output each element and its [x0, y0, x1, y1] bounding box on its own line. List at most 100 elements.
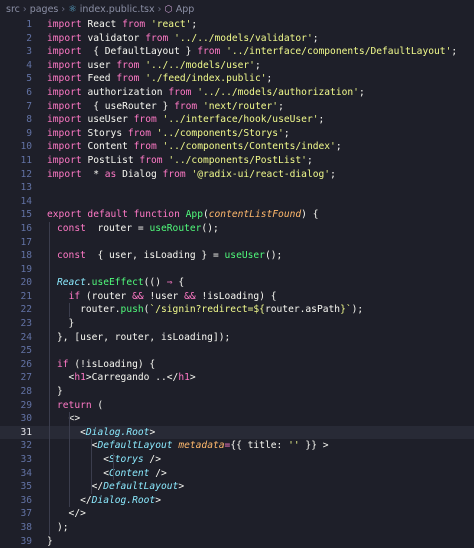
line-number: 31 — [20, 426, 32, 438]
code-line[interactable]: 18 const { user, isLoading } = useUser(); — [0, 249, 474, 263]
code-line[interactable]: 15 export default function App(contentLis… — [0, 208, 474, 222]
code-line[interactable]: 31 <Dialog.Root> — [0, 425, 474, 440]
code-line[interactable]: 9 import Storys from '../components/Story… — [0, 127, 474, 141]
code-token: from — [133, 114, 157, 126]
code-token: '../components/Storys' — [156, 127, 284, 139]
line-number: 29 — [20, 399, 32, 411]
code-line[interactable]: 8 import useUser from '../interface/hook/… — [0, 113, 474, 127]
code-token: from — [127, 127, 151, 139]
code-token: validator — [87, 32, 146, 44]
code-line[interactable]: 1 import React from 'react'; — [0, 18, 474, 32]
code-token: ; — [266, 73, 273, 85]
code-line[interactable]: 19 — [0, 262, 474, 277]
code-token: DefaultLayout — [103, 481, 179, 493]
code-token: metadata — [178, 440, 225, 452]
breadcrumb-file[interactable]: index.public.tsx — [80, 4, 155, 15]
code-token: < — [57, 372, 75, 384]
code-line[interactable]: 32 <DefaultLayout metadata={{ title: '' … — [0, 439, 474, 453]
breadcrumb-separator-icon: › — [61, 3, 66, 15]
code-line[interactable]: 22 router.push(`/signin?redirect=${route… — [0, 303, 474, 318]
code-token: </ — [57, 494, 92, 506]
code-line[interactable]: 35 </DefaultLayout> — [0, 480, 474, 494]
code-line[interactable]: 38); — [0, 520, 474, 535]
code-token: './feed/index.public' — [145, 73, 267, 85]
code-line[interactable]: 20 React.useEffect(() ⇒ { — [0, 276, 474, 290]
line-number: 37 — [20, 508, 32, 520]
code-token: import — [47, 73, 88, 85]
breadcrumb-src[interactable]: src — [6, 4, 20, 15]
code-text: } — [47, 535, 53, 548]
code-token: ; — [335, 141, 342, 153]
code-line[interactable]: 6 import authorization from '../../models… — [0, 86, 474, 100]
code-token: router = — [85, 222, 150, 234]
code-text: import PostList from '../components/Post… — [47, 154, 313, 168]
code-line[interactable]: 36 </Dialog.Root> — [0, 493, 474, 508]
function-symbol-icon: ⬡ — [164, 3, 173, 15]
code-token: return — [57, 399, 92, 411]
indent-guide — [69, 466, 70, 481]
code-token: Storys — [108, 454, 144, 465]
indent-guide — [49, 466, 50, 481]
code-line[interactable]: 2 import validator from '../../models/val… — [0, 32, 474, 46]
indent-guide — [69, 412, 70, 426]
code-token: import — [47, 59, 88, 71]
code-line[interactable]: 39} — [0, 535, 474, 548]
code-line[interactable]: 5 import Feed from './feed/index.public'; — [0, 72, 474, 86]
code-line[interactable]: 28} — [0, 385, 474, 399]
code-line[interactable]: 17 — [0, 235, 474, 250]
code-text: import useUser from '../interface/hook/u… — [47, 113, 324, 127]
code-line[interactable]: 12 import * as Dialog from '@radix-ui/rea… — [0, 168, 474, 182]
code-token: {{ title: — [230, 440, 289, 452]
code-line[interactable]: 33 <Storys /> — [0, 453, 474, 467]
code-token: (router — [80, 290, 133, 302]
code-editor[interactable]: 1 import React from 'react'; 2 import valid… — [0, 18, 474, 548]
code-token: * — [87, 168, 105, 180]
code-token: import — [47, 114, 88, 126]
code-token: `/signin?redirect=${ — [149, 304, 265, 316]
line-number: 21 — [20, 290, 32, 302]
code-token: < — [57, 454, 109, 465]
code-line[interactable]: 24}, [user, router, isLoading]); — [0, 330, 474, 345]
code-token: useEffect — [91, 277, 144, 289]
code-line[interactable]: 30 <> — [0, 412, 474, 426]
indent-guide — [49, 493, 50, 508]
indent-guide — [49, 371, 50, 386]
code-token: } — [57, 318, 75, 330]
code-token: from — [122, 19, 146, 30]
code-line[interactable]: 14 — [0, 195, 474, 209]
code-token: ; — [278, 100, 284, 112]
code-text: router.push(`/signin?redirect=${router.a… — [49, 303, 363, 318]
code-line[interactable]: 7 import { useRouter } from 'next/router'… — [0, 100, 474, 114]
line-number: 14 — [20, 195, 32, 207]
code-token: authorization — [87, 86, 169, 98]
code-line[interactable]: 10 import Content from '../components/Con… — [0, 140, 474, 154]
indent-guide — [49, 385, 50, 399]
code-line[interactable]: 25 — [0, 344, 474, 358]
code-text: if (router && !user && !isLoading) { — [49, 289, 277, 304]
breadcrumb-symbol[interactable]: App — [176, 4, 195, 15]
code-line[interactable]: 13 — [0, 181, 474, 195]
code-line[interactable]: 11 import PostList from '../components/Po… — [0, 154, 474, 168]
indent-guide — [113, 453, 114, 467]
code-line[interactable]: 4 import user from '../../models/user'; — [0, 59, 474, 73]
code-text: <Content /> — [49, 466, 167, 481]
code-token: React — [87, 19, 123, 30]
line-number: 4 — [26, 59, 32, 71]
code-text: <Storys /> — [49, 453, 161, 467]
code-token: Dialog.Root — [85, 426, 150, 438]
code-token: !user — [143, 290, 185, 302]
code-line[interactable]: 23 } — [0, 317, 474, 331]
breadcrumb-pages[interactable]: pages — [30, 4, 59, 15]
code-line[interactable]: 27 <h1>Carregando ..</h1> — [0, 371, 474, 386]
code-token: > — [149, 426, 156, 438]
line-number: 24 — [20, 331, 32, 343]
code-line[interactable]: 16 const router = useRouter(); — [0, 221, 474, 236]
code-line[interactable]: 34 <Content /> — [0, 466, 474, 481]
code-line[interactable]: 21 if (router && !user && !isLoading) { — [0, 289, 474, 304]
tsx-file-icon: ⚛ — [68, 3, 77, 15]
code-line[interactable]: 29 return ( — [0, 398, 474, 413]
code-line[interactable]: 3 import { DefaultLayout } from '../inter… — [0, 45, 474, 59]
code-line[interactable]: 37 </> — [0, 507, 474, 521]
code-line[interactable]: 26 if (!isLoading) { — [0, 357, 474, 372]
